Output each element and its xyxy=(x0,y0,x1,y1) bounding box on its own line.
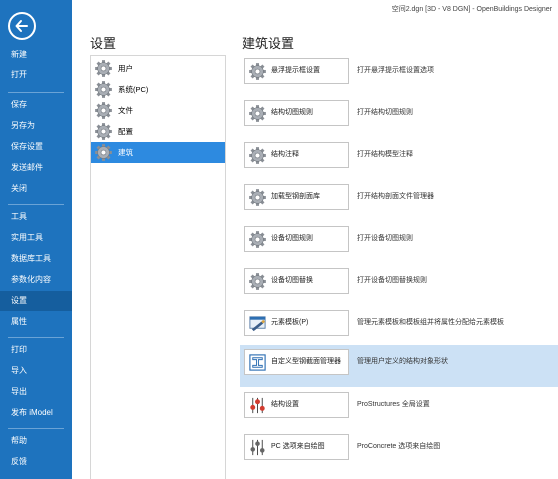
settings-item-label: 配置 xyxy=(118,127,133,136)
building-row-steel-section-library: 加载型钢剖面库 打开结构剖面文件管理器 xyxy=(240,180,558,222)
nav-new[interactable]: 新建 xyxy=(0,45,72,65)
settings-item-label: 用户 xyxy=(118,64,133,73)
row-description: 打开设备切图替换规则 xyxy=(357,277,427,284)
button-label: 结构设置 xyxy=(271,401,299,408)
row-description: 管理元素模板和模板组并将属性分配给元素模板 xyxy=(357,319,504,326)
settings-item-system[interactable]: 系统(PC) xyxy=(91,79,225,100)
gear-icon xyxy=(249,63,266,80)
building-row-equipment-cut-rules: 设备切图规则 打开设备切图规则 xyxy=(240,222,558,264)
row-description: 打开结构模型注释 xyxy=(357,151,413,158)
nav-settings[interactable]: 设置 xyxy=(0,291,72,311)
element-template-icon xyxy=(249,316,266,332)
building-settings-heading: 建筑设置 xyxy=(242,36,295,51)
nav-import[interactable]: 导入 xyxy=(0,361,72,381)
settings-item-file[interactable]: 文件 xyxy=(91,100,225,121)
row-description: 管理用户定义的结构对象形状 xyxy=(357,358,448,365)
settings-item-building[interactable]: 建筑 xyxy=(91,142,225,163)
gear-icon xyxy=(249,189,266,206)
row-description: 打开结构切图规则 xyxy=(357,109,413,116)
settings-item-label: 文件 xyxy=(118,106,133,115)
settings-item-label: 建筑 xyxy=(118,148,133,157)
button-label: 结构注释 xyxy=(271,151,299,158)
settings-item-label: 系统(PC) xyxy=(118,85,149,94)
row-description: 打开悬浮提示框设置选项 xyxy=(357,67,434,74)
button-label: 自定义型钢截面管理器 xyxy=(271,358,341,365)
button-label: 设备切图替换 xyxy=(271,277,313,284)
building-row-structure-annotation: 结构注释 打开结构模型注释 xyxy=(240,138,558,180)
building-row-structure-cut-rules: 结构切图规则 打开结构切图规则 xyxy=(240,96,558,138)
gear-icon xyxy=(249,231,266,248)
pc-options-button[interactable]: PC 选项来自绘图 xyxy=(244,434,349,460)
settings-list: 用户 系统(PC) 文件 配置 建筑 xyxy=(90,55,226,479)
structure-annotation-button[interactable]: 结构注释 xyxy=(244,142,349,168)
back-button[interactable] xyxy=(8,12,36,40)
arrow-left-icon xyxy=(15,20,28,32)
gear-icon xyxy=(95,102,112,119)
pc-sliders-icon xyxy=(250,439,265,456)
button-label: 悬浮提示框设置 xyxy=(271,67,320,74)
equipment-cut-rules-button[interactable]: 设备切图规则 xyxy=(244,226,349,252)
nav-database-tools[interactable]: 数据库工具 xyxy=(0,249,72,269)
custom-section-manager-button[interactable]: 自定义型钢截面管理器 xyxy=(244,349,349,375)
window-title: 空间2.dgn [3D - V8 DGN] - OpenBuildings De… xyxy=(391,6,552,13)
button-label: 元素模板(P) xyxy=(271,319,309,326)
nav-divider xyxy=(8,92,64,93)
element-templates-button[interactable]: 元素模板(P) xyxy=(244,310,349,336)
settings-item-configuration[interactable]: 配置 xyxy=(91,121,225,142)
nav-publish-imodel[interactable]: 发布 iModel xyxy=(0,403,72,423)
button-label: 设备切图规则 xyxy=(271,235,313,242)
gear-icon xyxy=(249,105,266,122)
nav-close[interactable]: 关闭 xyxy=(0,179,72,199)
structure-settings-button[interactable]: 结构设置 xyxy=(244,392,349,418)
nav-save-settings[interactable]: 保存设置 xyxy=(0,137,72,157)
gear-icon xyxy=(95,60,112,77)
building-row-structure-settings: 结构设置 ProStructures 全局设置 xyxy=(240,388,558,430)
nav-divider xyxy=(8,204,64,205)
settings-heading: 设置 xyxy=(90,36,117,51)
section-manager-icon xyxy=(249,354,266,371)
settings-item-user[interactable]: 用户 xyxy=(91,58,225,79)
nav-divider xyxy=(8,428,64,429)
row-description: 打开设备切图规则 xyxy=(357,235,413,242)
nav-print[interactable]: 打印 xyxy=(0,340,72,360)
nav-divider xyxy=(8,337,64,338)
building-row-pc-options: PC 选项来自绘图 ProConcrete 选项来自绘图 xyxy=(240,430,558,472)
nav-properties[interactable]: 属性 xyxy=(0,312,72,332)
button-label: PC 选项来自绘图 xyxy=(271,443,325,450)
gear-icon xyxy=(95,81,112,98)
building-row-custom-section-manager: 自定义型钢截面管理器 管理用户定义的结构对象形状 xyxy=(240,345,558,387)
building-row-tooltip-settings: 悬浮提示框设置 打开悬浮提示框设置选项 xyxy=(240,54,558,96)
tooltip-settings-button[interactable]: 悬浮提示框设置 xyxy=(244,58,349,84)
row-description: ProStructures 全局设置 xyxy=(357,401,430,408)
nav-help[interactable]: 帮助 xyxy=(0,431,72,451)
nav-send-mail[interactable]: 发送邮件 xyxy=(0,158,72,178)
nav-save[interactable]: 保存 xyxy=(0,95,72,115)
building-row-equipment-cut-replace: 设备切图替换 打开设备切图替换规则 xyxy=(240,264,558,306)
backstage-nav: 新建 打开 保存 另存为 保存设置 发送邮件 关闭 工具 实用工具 数据库工具 … xyxy=(0,0,72,479)
backstage-view: 新建 打开 保存 另存为 保存设置 发送邮件 关闭 工具 实用工具 数据库工具 … xyxy=(0,0,558,479)
nav-open[interactable]: 打开 xyxy=(0,65,72,85)
row-description: 打开结构剖面文件管理器 xyxy=(357,193,434,200)
sliders-icon xyxy=(250,397,265,414)
structure-cut-rules-button[interactable]: 结构切图规则 xyxy=(244,100,349,126)
row-description: ProConcrete 选项来自绘图 xyxy=(357,443,441,450)
nav-save-as[interactable]: 另存为 xyxy=(0,116,72,136)
nav-feedback[interactable]: 反馈 xyxy=(0,452,72,472)
nav-utilities[interactable]: 实用工具 xyxy=(0,228,72,248)
button-label: 加载型钢剖面库 xyxy=(271,193,320,200)
gear-icon xyxy=(249,273,266,290)
building-row-element-templates: 元素模板(P) 管理元素模板和模板组并将属性分配给元素模板 xyxy=(240,306,558,348)
load-steel-section-library-button[interactable]: 加载型钢剖面库 xyxy=(244,184,349,210)
gear-icon xyxy=(249,147,266,164)
equipment-cut-replace-button[interactable]: 设备切图替换 xyxy=(244,268,349,294)
nav-parametric-content[interactable]: 参数化内容 xyxy=(0,270,72,290)
nav-export[interactable]: 导出 xyxy=(0,382,72,402)
gear-icon xyxy=(95,144,112,161)
button-label: 结构切图规则 xyxy=(271,109,313,116)
gear-icon xyxy=(95,123,112,140)
nav-tools[interactable]: 工具 xyxy=(0,207,72,227)
